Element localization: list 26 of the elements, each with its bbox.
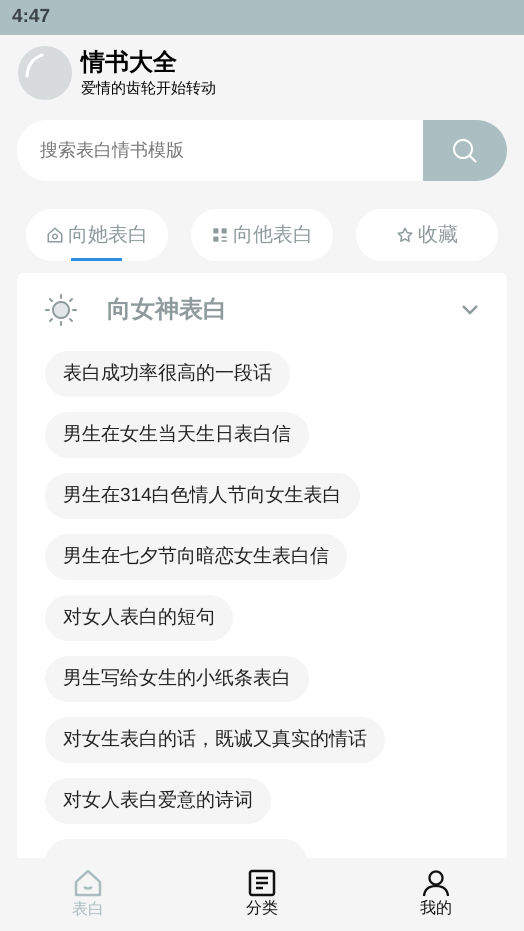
app-title: 情书大全 [81, 48, 178, 78]
search-icon [452, 138, 478, 164]
app-subtitle: 爱情的齿轮开始转动 [81, 79, 216, 99]
home-icon [46, 226, 64, 244]
nav-item[interactable]: 我的 [404, 858, 468, 931]
letter-item[interactable]: 男生写给女生的小纸条表白 [45, 656, 309, 702]
tab-indicator [71, 258, 122, 261]
search-field[interactable]: 搜索表白情书模版 [17, 120, 423, 181]
letter-item[interactable]: 对女生表白的话，既诚又真实的情话 [45, 717, 385, 763]
status-time: 4:47 [12, 5, 50, 30]
letter-item[interactable]: 对女人表白的短句 [45, 595, 233, 641]
user-icon [422, 868, 450, 896]
letter-item[interactable]: 表白成功率很高的一段话 [45, 351, 290, 397]
nav-item[interactable]: 分类 [230, 858, 294, 931]
chevron-down-icon [461, 304, 479, 316]
letter-item[interactable]: 对女人表白爱意的诗词 [45, 778, 271, 824]
letter-item[interactable]: 男生在女生当天生日表白信 [45, 412, 309, 458]
search-button[interactable] [423, 120, 507, 181]
document-icon [248, 868, 276, 896]
letter-item[interactable]: 男生在七夕节向暗恋女生表白信 [45, 534, 347, 580]
star-icon [396, 226, 414, 244]
sun-icon [45, 294, 77, 326]
grid-icon [211, 226, 229, 244]
avatar-icon [18, 46, 72, 100]
letter-item[interactable]: 男生在314白色情人节向女生表白 [45, 473, 360, 519]
home-icon [73, 868, 103, 898]
